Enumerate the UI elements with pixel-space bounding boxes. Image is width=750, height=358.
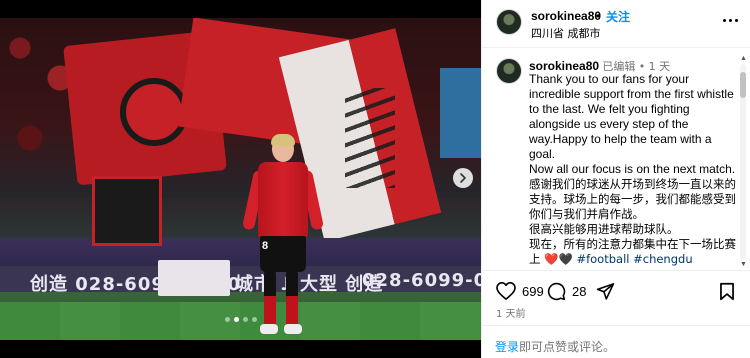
share-button[interactable] — [596, 282, 615, 300]
login-prompt: 登录即可点赞或评论。 — [482, 325, 750, 358]
like-count: 699 — [522, 283, 544, 299]
caption-text: Thank you to our fans for your incredibl… — [529, 72, 737, 267]
login-link[interactable]: 登录 — [495, 340, 519, 354]
comment-button[interactable]: 28 — [547, 282, 586, 301]
post-panel: sorokinea80 • 关注 四川省 成都市 sorokinea80 已编辑… — [481, 0, 750, 358]
more-options-icon[interactable] — [720, 12, 740, 28]
calligraphy-flag — [345, 88, 395, 188]
carousel-dot — [242, 317, 248, 322]
post-photo: 创造 028-6099-0000 城市 ♪ 大型 创造 028-6099-000… — [0, 18, 481, 340]
caption-hashtags[interactable]: #football #chengdu — [576, 252, 692, 266]
player-number: 8 — [262, 240, 269, 252]
avatar[interactable] — [496, 9, 522, 35]
club-badge-flag — [120, 78, 188, 146]
caption-emoji: ❤️🖤 — [544, 252, 573, 266]
comments-scrollbar[interactable]: ▲ ▼ — [740, 55, 747, 268]
flag — [92, 176, 162, 246]
location-link[interactable]: 四川省 成都市 — [531, 25, 601, 41]
login-prompt-text: 即可点赞或评论。 — [519, 340, 616, 354]
share-icon — [596, 283, 615, 300]
carousel-dot — [224, 317, 230, 322]
bookmark-icon — [720, 282, 734, 301]
header-separator: • — [596, 9, 601, 23]
header-username[interactable]: sorokinea80 — [531, 9, 601, 23]
action-bar: 699 28 — [482, 270, 750, 310]
scroll-down-arrow-icon[interactable]: ▼ — [740, 261, 747, 268]
carousel-next-button[interactable] — [453, 168, 473, 188]
save-button[interactable] — [719, 282, 735, 301]
follow-button[interactable]: 关注 — [606, 8, 630, 25]
flag — [440, 68, 481, 158]
carousel-dot — [233, 317, 239, 322]
chevron-right-icon — [460, 173, 466, 183]
caption-username[interactable]: sorokinea80 — [529, 59, 599, 73]
scroll-thumb[interactable] — [740, 72, 746, 98]
caption-paragraph-2: Now all our focus is on the next match. — [529, 162, 736, 176]
caption-paragraph-1: Thank you to our fans for your incredibl… — [529, 72, 738, 161]
caption-zh-2: 很高兴能够用进球帮助球队。 — [529, 222, 679, 236]
carousel-indicator — [0, 317, 481, 322]
comment-icon — [547, 282, 566, 301]
post-media: 创造 028-6099-0000 城市 ♪ 大型 创造 028-6099-000… — [0, 0, 481, 358]
carousel-dot — [251, 317, 257, 322]
post-header: sorokinea80 • 关注 四川省 成都市 — [482, 0, 750, 48]
ad-text-right: 028-6099-0000 — [362, 270, 481, 291]
scroll-up-arrow-icon[interactable]: ▲ — [740, 55, 747, 62]
heart-icon — [496, 282, 516, 300]
comments-section[interactable]: sorokinea80 已编辑 • 1 天 Thank you to our f… — [482, 48, 750, 270]
sponsor-logo — [158, 260, 230, 296]
caption-zh-1: 感谢我们的球迷从开场到终场一直以来的支持。球场上的每一步，我们都能感受到你们与我… — [529, 177, 736, 221]
player-figure: 8 — [241, 126, 325, 340]
comment-count: 28 — [572, 284, 587, 299]
like-button[interactable]: 699 — [496, 282, 544, 300]
caption-avatar[interactable] — [496, 58, 522, 84]
post-time-ago: 1 天前 — [496, 309, 526, 320]
